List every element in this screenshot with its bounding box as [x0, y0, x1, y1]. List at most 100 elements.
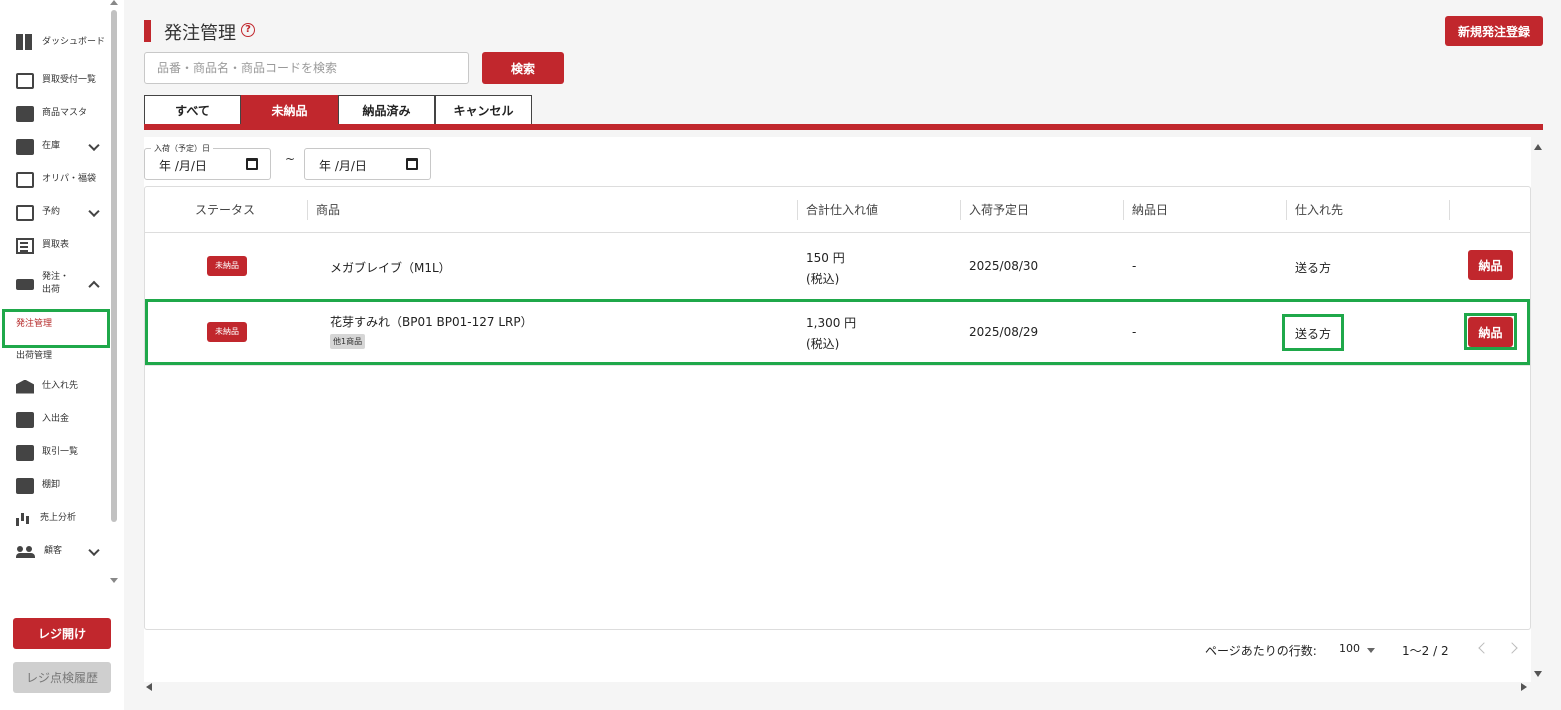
- column-header-arrival-date[interactable]: 入荷予定日: [969, 187, 1029, 233]
- sidebar-subitem-order-management[interactable]: 発注管理: [0, 306, 110, 338]
- sidebar-scroll-thumb[interactable]: [111, 10, 117, 522]
- sidebar-item-product-master[interactable]: 商品マスタ: [0, 97, 110, 130]
- column-header-product[interactable]: 商品: [316, 187, 340, 233]
- sidebar-item-label: 在庫: [42, 141, 61, 151]
- sidebar-item-cash[interactable]: 入出金: [0, 403, 110, 436]
- deliver-button[interactable]: 納品: [1468, 250, 1513, 280]
- caret-down-icon[interactable]: [1367, 648, 1375, 653]
- deliver-button[interactable]: 納品: [1468, 317, 1513, 347]
- sidebar-subitem-shipping-management[interactable]: 出荷管理: [0, 338, 110, 370]
- status-tabs: すべて 未納品 納品済み キャンセル: [144, 95, 532, 125]
- search-input[interactable]: [144, 52, 469, 84]
- date-to-value: 年 /月/日: [319, 159, 367, 173]
- sidebar-item-label: 売上分析: [40, 513, 77, 523]
- arrival-date: 2025/08/29: [969, 325, 1039, 339]
- sidebar-item-reservation[interactable]: 予約: [0, 196, 110, 229]
- sidebar: ダッシュボード 買取受付一覧 商品マスタ 在庫 オリパ・福袋 予約 買取表 発注…: [0, 0, 124, 710]
- sidebar-item-transactions[interactable]: 取引一覧: [0, 436, 110, 469]
- gift-icon: [16, 171, 34, 188]
- help-icon[interactable]: ?: [241, 23, 255, 37]
- sidebar-item-dashboard[interactable]: ダッシュボード: [0, 20, 110, 64]
- more-items-chip: 他1商品: [330, 334, 366, 349]
- sidebar-item-order-shipping[interactable]: 発注・出荷: [0, 262, 110, 306]
- sidebar-item-stocktake[interactable]: 棚卸: [0, 469, 110, 502]
- sidebar-item-label: 買取受付一覧: [42, 75, 97, 85]
- scroll-right-arrow-icon[interactable]: [1521, 683, 1527, 691]
- column-divider: [960, 200, 961, 220]
- scroll-up-arrow-icon[interactable]: [110, 0, 118, 5]
- orders-panel: 入荷（予定）日 年 /月/日 ~ 年 /月/日 ステータス 商品 合計仕入れ値 …: [144, 137, 1531, 682]
- column-header-total-cost[interactable]: 合計仕入れ値: [806, 187, 878, 233]
- sidebar-item-label: 棚卸: [42, 480, 61, 490]
- bank-icon: [16, 379, 34, 394]
- sidebar-item-purchase-reception[interactable]: 買取受付一覧: [0, 64, 110, 97]
- sidebar-item-label: 取引一覧: [42, 447, 79, 457]
- sidebar-nav: ダッシュボード 買取受付一覧 商品マスタ 在庫 オリパ・福袋 予約 買取表 発注…: [0, 20, 110, 568]
- scroll-down-arrow-icon[interactable]: [1534, 671, 1542, 677]
- sidebar-item-inventory[interactable]: 在庫: [0, 130, 110, 163]
- chevron-up-icon: [88, 280, 100, 293]
- sidebar-item-customers[interactable]: 顧客: [0, 535, 110, 568]
- table-row[interactable]: 未納品 メガブレイブ（M1L） 150 円 (税込) 2025/08/30 - …: [145, 234, 1530, 300]
- chevron-down-icon: [88, 544, 100, 556]
- scroll-left-arrow-icon[interactable]: [146, 683, 152, 691]
- column-divider: [797, 200, 798, 220]
- date-field-legend: 入荷（予定）日: [151, 143, 213, 154]
- chevron-down-icon: [88, 139, 100, 151]
- orders-table: ステータス 商品 合計仕入れ値 入荷予定日 納品日 仕入れ先 未納品 メガブレイ…: [144, 186, 1531, 630]
- sidebar-item-purchase-table[interactable]: 買取表: [0, 229, 110, 262]
- product-name: 花芽すみれ（BP01 BP01-127 LRP）: [330, 315, 533, 329]
- supplier-name: 送る方: [1295, 327, 1332, 341]
- sidebar-item-label: オリパ・福袋: [42, 174, 97, 184]
- sidebar-item-label: 予約: [42, 207, 61, 217]
- search-button[interactable]: 検索: [482, 52, 564, 84]
- sidebar-item-label: ダッシュボード: [42, 36, 106, 47]
- tax-note: (税込): [806, 272, 840, 286]
- column-header-supplier[interactable]: 仕入れ先: [1295, 187, 1343, 233]
- chevron-down-icon: [88, 205, 100, 217]
- cash-register-icon: [16, 411, 34, 428]
- sidebar-item-suppliers[interactable]: 仕入れ先: [0, 370, 110, 403]
- truck-icon: [16, 278, 34, 290]
- register-history-button[interactable]: レジ点検履歴: [13, 662, 111, 693]
- date-to-field[interactable]: 年 /月/日: [304, 148, 431, 180]
- column-header-status[interactable]: ステータス: [195, 187, 255, 233]
- folder-arrow-icon: [16, 444, 34, 461]
- list-icon: [16, 237, 34, 254]
- main-content: 発注管理 ? 新規発注登録 検索 すべて 未納品 納品済み キャンセル 入荷（予…: [124, 0, 1561, 710]
- pagination-range: 1〜2 / 2: [1402, 644, 1449, 658]
- sidebar-item-oripa[interactable]: オリパ・福袋: [0, 163, 110, 196]
- sidebar-scrollbar[interactable]: [108, 0, 122, 590]
- scroll-down-arrow-icon[interactable]: [110, 578, 118, 583]
- scroll-up-arrow-icon[interactable]: [1534, 144, 1542, 150]
- arrival-date: 2025/08/30: [969, 259, 1039, 273]
- tab-all[interactable]: すべて: [144, 95, 241, 125]
- sidebar-item-label: 発注・出荷: [42, 272, 70, 295]
- product-name: メガブレイブ（M1L）: [330, 261, 451, 275]
- rows-per-page-select[interactable]: 100: [1339, 642, 1360, 655]
- table-row[interactable]: 未納品 花芽すみれ（BP01 BP01-127 LRP） 他1商品 1,300 …: [145, 300, 1530, 366]
- date-range-separator: ~: [285, 152, 296, 166]
- tab-delivered[interactable]: 納品済み: [338, 95, 435, 125]
- sidebar-item-sales-analysis[interactable]: 売上分析: [0, 502, 110, 535]
- next-page-icon[interactable]: [1506, 642, 1518, 654]
- previous-page-icon[interactable]: [1478, 642, 1490, 654]
- store-icon: [16, 105, 34, 122]
- archive-icon: [16, 138, 34, 155]
- sidebar-item-label: 入出金: [42, 414, 70, 424]
- calendar-icon[interactable]: [406, 158, 418, 170]
- page-title: 発注管理: [164, 23, 236, 44]
- bar-chart-icon: [16, 512, 32, 526]
- column-divider: [1123, 200, 1124, 220]
- new-order-button[interactable]: 新規発注登録: [1445, 16, 1543, 46]
- calendar-icon[interactable]: [246, 158, 258, 170]
- register-open-button[interactable]: レジ開け: [13, 618, 111, 649]
- total-cost-value: 1,300 円: [806, 316, 857, 330]
- tab-undelivered[interactable]: 未納品: [241, 95, 338, 125]
- product-cell: 花芽すみれ（BP01 BP01-127 LRP） 他1商品: [330, 313, 533, 349]
- status-badge: 未納品: [207, 322, 247, 342]
- date-from-field[interactable]: 入荷（予定）日 年 /月/日: [144, 143, 271, 180]
- dashboard-icon: [16, 34, 34, 50]
- tab-cancelled[interactable]: キャンセル: [435, 95, 532, 125]
- column-header-delivered-date[interactable]: 納品日: [1132, 187, 1168, 233]
